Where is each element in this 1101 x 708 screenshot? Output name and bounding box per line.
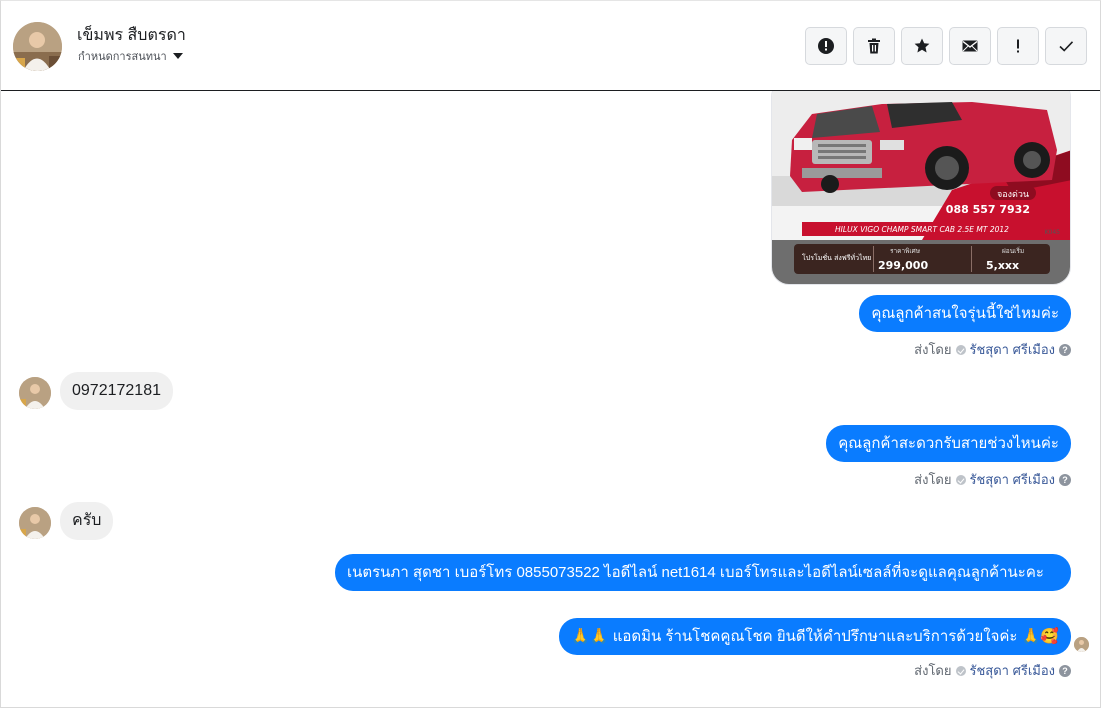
pickup-truck-graphic xyxy=(790,102,1057,193)
outgoing-message[interactable]: 🙏🙏 แอดมิน ร้านโชคคูณโชค ยินดีให้คำปรึกษา… xyxy=(559,618,1071,655)
contact-avatar[interactable] xyxy=(13,22,62,71)
incoming-message[interactable]: ครับ xyxy=(60,502,114,540)
mark-done-button[interactable] xyxy=(1045,27,1087,65)
contact-avatar-small[interactable] xyxy=(19,507,51,539)
sent-by-label: ส่งโดย xyxy=(914,663,952,678)
sent-by-label: ส่งโดย xyxy=(914,342,952,357)
outgoing-message[interactable]: เนตรนภา สุดชา เบอร์โทร 0855073522 ไอดีไล… xyxy=(335,554,1071,591)
delete-button[interactable] xyxy=(853,27,895,65)
car-ad-image[interactable]: จองด่วน 088 557 7932 HILUX VIGO CHAMP SM… xyxy=(771,91,1071,285)
trash-icon xyxy=(868,38,880,54)
ad-badge-text: จองด่วน xyxy=(997,190,1029,200)
exclamation-icon xyxy=(1017,39,1019,53)
ad-installment-value: 5,xxx xyxy=(986,259,1019,272)
ad-promo-text: โปรโมชั่น ส่งฟรีทั่วไทย xyxy=(802,253,871,262)
header-actions xyxy=(805,27,1087,65)
contact-name: เข็มพร สืบตรดา xyxy=(77,27,186,44)
check-icon xyxy=(1059,41,1074,52)
ad-price-label: ราคาพิเศษ xyxy=(890,247,921,255)
sender-name[interactable]: รัชสุดา ศรีเมือง xyxy=(970,660,1056,681)
assign-conversation-label: กำหนดการสนทนา xyxy=(78,51,167,63)
mark-spam-button[interactable] xyxy=(805,27,847,65)
verified-icon xyxy=(955,474,966,485)
sender-name[interactable]: รัชสุดา ศรีเมือง xyxy=(970,339,1056,360)
ad-installment-label: ผ่อนเริ่ม xyxy=(1002,246,1024,255)
contact-avatar-small[interactable] xyxy=(19,377,51,409)
assign-conversation-dropdown[interactable]: กำหนดการสนทนา xyxy=(78,47,183,65)
ad-code-text: K045 xyxy=(1045,229,1061,236)
sender-name[interactable]: รัชสุดา ศรีเมือง xyxy=(970,469,1056,490)
envelope-icon xyxy=(962,40,978,52)
star-icon xyxy=(914,38,930,53)
incoming-message[interactable]: 0972172181 xyxy=(60,372,173,410)
caret-down-icon xyxy=(172,53,183,59)
conversation-header: เข็มพร สืบตรดา กำหนดการสนทนา xyxy=(1,1,1100,91)
verified-icon xyxy=(955,665,966,676)
help-icon[interactable]: ? xyxy=(1059,343,1071,356)
message-meta: ส่งโดย รัชสุดา ศรีเมือง ? xyxy=(914,469,1071,490)
chat-window: เข็มพร สืบตรดา กำหนดการสนทนา จองด่วน 088… xyxy=(0,0,1101,708)
ad-phone-text: 088 557 7932 xyxy=(946,203,1030,216)
message-meta: ส่งโดย รัชสุดา ศรีเมือง ? xyxy=(914,339,1071,360)
help-icon[interactable]: ? xyxy=(1059,473,1071,486)
outgoing-message[interactable]: คุณลูกค้าสนใจรุ่นนี้ใช่ไหมค่ะ xyxy=(859,295,1071,332)
suffix-emoji: 🙏🥰 xyxy=(1021,628,1059,645)
alert-circle-icon xyxy=(818,38,834,54)
ad-model-text: HILUX VIGO CHAMP SMART CAB 2.5E MT 2012 xyxy=(835,225,1009,234)
verified-icon xyxy=(955,344,966,355)
sent-by-label: ส่งโดย xyxy=(914,472,952,487)
ad-price-value: 299,000 xyxy=(878,259,928,272)
message-meta: ส่งโดย รัชสุดา ศรีเมือง ? xyxy=(914,660,1071,681)
seen-avatar xyxy=(1074,637,1089,652)
help-icon[interactable]: ? xyxy=(1059,664,1071,677)
star-button[interactable] xyxy=(901,27,943,65)
prefix-emoji: 🙏🙏 xyxy=(571,628,609,645)
mark-unread-button[interactable] xyxy=(949,27,991,65)
message-text: แอดมิน ร้านโชคคูณโชค ยินดีให้คำปรึกษาและ… xyxy=(612,628,1018,645)
outgoing-message[interactable]: คุณลูกค้าสะดวกรับสายช่วงไหนค่ะ xyxy=(826,425,1071,462)
message-thread[interactable]: จองด่วน 088 557 7932 HILUX VIGO CHAMP SM… xyxy=(1,91,1100,707)
follow-up-button[interactable] xyxy=(997,27,1039,65)
